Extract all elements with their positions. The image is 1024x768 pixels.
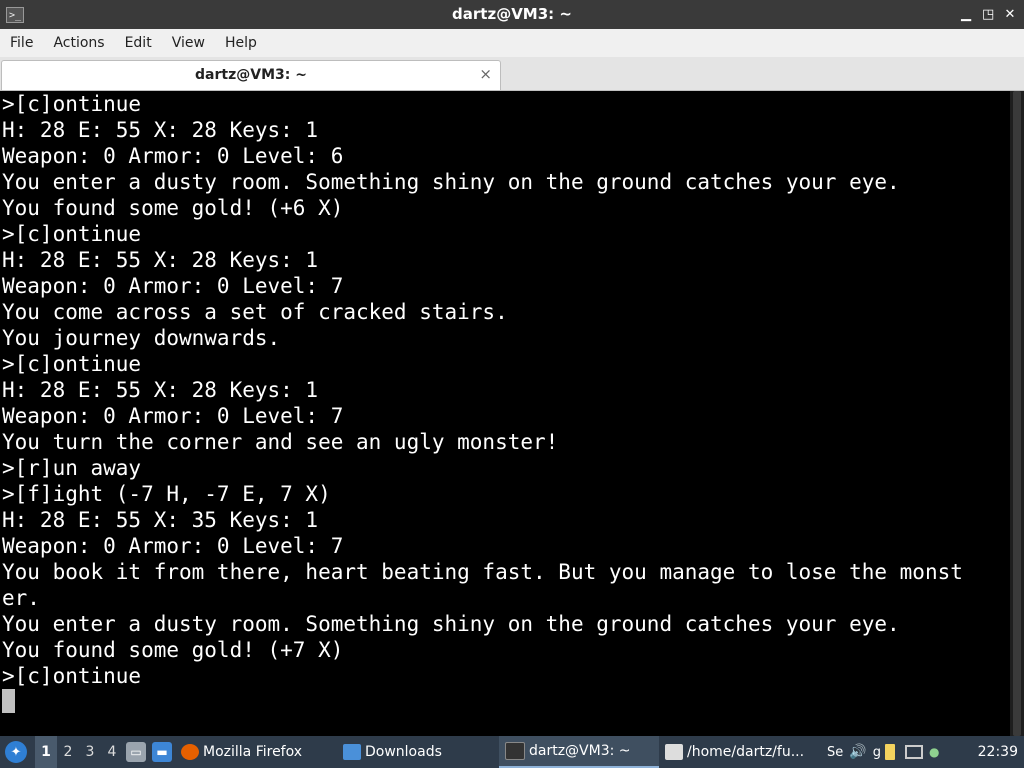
menu-file[interactable]: File [0, 29, 43, 57]
tab-close-icon[interactable]: × [479, 61, 492, 88]
terminal-line: H: 28 E: 55 X: 28 Keys: 1 [2, 248, 319, 272]
terminal-line: You journey downwards. [2, 326, 281, 350]
task-label: /home/dartz/fu... [687, 744, 805, 760]
clock[interactable]: 22:39 [978, 744, 1018, 760]
task-terminal[interactable]: dartz@VM3: ~ [499, 736, 659, 768]
close-button[interactable]: ✕ [1004, 7, 1016, 22]
terminal-line: You enter a dusty room. Something shiny … [2, 170, 900, 194]
task-firefox[interactable]: Mozilla Firefox [175, 736, 337, 768]
file-manager-icon[interactable]: ▬ [152, 742, 172, 762]
start-menu-icon[interactable]: ✦ [5, 741, 27, 763]
clipboard-icon[interactable] [884, 744, 895, 760]
tab-label: dartz@VM3: ~ [195, 67, 307, 83]
tray-item[interactable]: g [873, 745, 881, 760]
minimize-button[interactable]: ▁ [960, 7, 972, 22]
restore-button[interactable]: ◳ [982, 7, 994, 22]
menu-view[interactable]: View [162, 29, 215, 57]
terminal-line: You enter a dusty room. Something shiny … [2, 612, 900, 636]
terminal-line: >[c]ontinue [2, 92, 142, 116]
terminal-line: Weapon: 0 Armor: 0 Level: 6 [2, 144, 344, 168]
window-controls: ▁ ◳ ✕ [960, 0, 1016, 29]
workspace-2[interactable]: 2 [57, 736, 79, 768]
terminal-line: You book it from there, heart beating fa… [2, 560, 963, 584]
firefox-icon [181, 744, 199, 760]
task-text-editor[interactable]: /home/dartz/fu... [659, 736, 823, 768]
terminal-line: >[c]ontinue [2, 352, 142, 376]
menu-help[interactable]: Help [215, 29, 267, 57]
terminal-scrollbar[interactable] [1010, 91, 1024, 736]
terminal-icon [505, 742, 525, 760]
terminal-line: >[r]un away [2, 456, 142, 480]
terminal-line: Weapon: 0 Armor: 0 Level: 7 [2, 274, 344, 298]
task-downloads[interactable]: Downloads [337, 736, 499, 768]
terminal-line: H: 28 E: 55 X: 28 Keys: 1 [2, 378, 319, 402]
taskbar: ✦ 1 2 3 4 ▭ ▬ Mozilla Firefox Downloads … [0, 736, 1024, 768]
terminal-line: You found some gold! (+7 X) [2, 638, 344, 662]
terminal-line: >[f]ight (-7 H, -7 E, 7 X) [2, 482, 331, 506]
window-titlebar: >_ dartz@VM3: ~ ▁ ◳ ✕ [0, 0, 1024, 29]
tab-bar: dartz@VM3: ~ × [0, 57, 1024, 91]
show-desktop-icon[interactable]: ▭ [126, 742, 146, 762]
terminal-line: Weapon: 0 Armor: 0 Level: 7 [2, 404, 344, 428]
task-label: dartz@VM3: ~ [529, 743, 631, 759]
terminal-line: You turn the corner and see an ugly mons… [2, 430, 559, 454]
terminal-line: You come across a set of cracked stairs. [2, 300, 508, 324]
text-editor-icon [665, 744, 683, 760]
tab-terminal[interactable]: dartz@VM3: ~ × [1, 60, 501, 90]
network-icon[interactable] [904, 745, 923, 759]
scrollbar-thumb[interactable] [1013, 91, 1021, 736]
workspace-4[interactable]: 4 [101, 736, 123, 768]
menu-edit[interactable]: Edit [115, 29, 162, 57]
menu-actions[interactable]: Actions [43, 29, 114, 57]
volume-icon[interactable]: 🔊 [849, 744, 866, 760]
terminal-line: >[c]ontinue [2, 222, 142, 246]
update-notifier-icon[interactable]: ● [929, 745, 939, 759]
workspace-3[interactable]: 3 [79, 736, 101, 768]
tray-item[interactable]: Se [827, 745, 843, 760]
menu-bar: File Actions Edit View Help [0, 29, 1024, 57]
terminal-line: H: 28 E: 55 X: 35 Keys: 1 [2, 508, 319, 532]
terminal-line: Weapon: 0 Armor: 0 Level: 7 [2, 534, 344, 558]
terminal-cursor [2, 689, 15, 713]
terminal-line: H: 28 E: 55 X: 28 Keys: 1 [2, 118, 319, 142]
workspace-1[interactable]: 1 [35, 736, 57, 768]
window-title: dartz@VM3: ~ [452, 5, 572, 23]
task-label: Downloads [365, 744, 442, 760]
terminal-line: >[c]ontinue [2, 664, 142, 688]
terminal-app-icon: >_ [6, 6, 24, 23]
terminal-line: er. [2, 586, 40, 610]
terminal-line: You found some gold! (+6 X) [2, 196, 344, 220]
task-label: Mozilla Firefox [203, 744, 303, 760]
folder-icon [343, 744, 361, 760]
terminal-output[interactable]: >[c]ontinue H: 28 E: 55 X: 28 Keys: 1 We… [0, 91, 1010, 736]
